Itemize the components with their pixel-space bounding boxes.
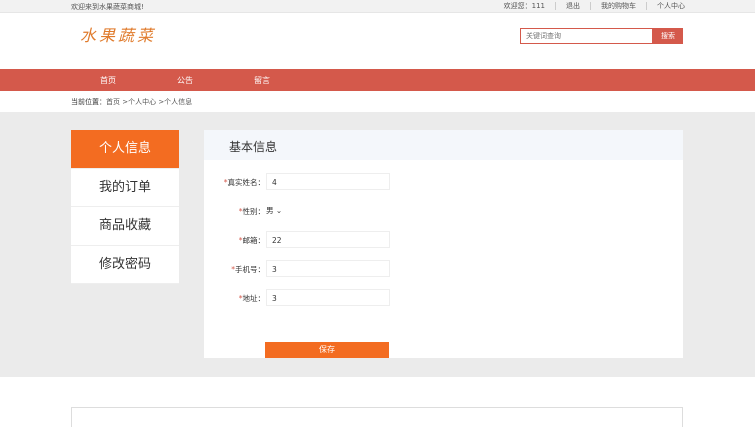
search-input[interactable] (520, 28, 653, 44)
site-logo[interactable]: 水果蔬菜 (80, 22, 156, 46)
name-label: *真实姓名： (223, 178, 265, 187)
form-row-phone: *手机号： 3 (204, 260, 683, 277)
nav-home[interactable]: 首页 (100, 75, 116, 86)
form-row-email: *邮箱： 22 (204, 231, 683, 248)
cart-link[interactable]: 我的购物车 (591, 2, 647, 10)
side-item-password[interactable]: 修改密码 (71, 246, 179, 284)
panel-header: 基本信息 (204, 130, 683, 160)
search-bar: 搜索 (520, 28, 683, 44)
logout-link[interactable]: 退出 (556, 2, 591, 10)
phone-field[interactable]: 3 (266, 260, 390, 277)
welcome-text: 欢迎来到水果蔬菜商城! (71, 3, 144, 11)
email-field[interactable]: 22 (266, 231, 390, 248)
form-row-gender: *性别： 男 ⌄ (204, 202, 683, 219)
side-item-favorites[interactable]: 商品收藏 (71, 207, 179, 246)
profile-panel: 基本信息 *真实姓名： 4 *性别： 男 ⌄ *邮箱： 22 *手机号： 3 *… (204, 130, 683, 358)
form-row-name: *真实姓名： 4 (204, 173, 683, 190)
gender-label: *性别： (238, 207, 265, 216)
phone-label: *手机号： (231, 265, 265, 274)
address-field[interactable]: 3 (266, 289, 390, 306)
side-item-profile[interactable]: 个人信息 (71, 130, 179, 169)
panel-title: 基本信息 (229, 140, 278, 154)
top-links: 欢迎您：111 退出 我的购物车 个人中心 (494, 2, 685, 10)
breadcrumb: 当前位置：首页 >个人中心 >个人信息 (71, 97, 192, 107)
name-field[interactable]: 4 (266, 173, 390, 190)
personal-center-link[interactable]: 个人中心 (647, 2, 685, 10)
save-button[interactable]: 保存 (265, 342, 389, 358)
side-item-orders[interactable]: 我的订单 (71, 169, 179, 207)
chevron-down-icon: ⌄ (275, 206, 283, 215)
address-label: *地址： (238, 294, 265, 303)
gender-select[interactable]: 男 ⌄ (266, 205, 282, 216)
top-bar: 欢迎来到水果蔬菜商城! 欢迎您：111 退出 我的购物车 个人中心 (0, 0, 755, 13)
search-button[interactable]: 搜索 (653, 28, 683, 44)
side-menu: 个人信息 我的订单 商品收藏 修改密码 (71, 130, 179, 284)
user-greeting: 欢迎您：111 (494, 2, 556, 10)
breadcrumb-label: 当前位置： (71, 98, 106, 106)
main-nav: 首页 公告 留言 (0, 69, 755, 91)
nav-announcements[interactable]: 公告 (177, 75, 193, 86)
footer-box (71, 407, 683, 427)
form-row-address: *地址： 3 (204, 289, 683, 306)
breadcrumb-path[interactable]: 首页 >个人中心 >个人信息 (106, 98, 192, 106)
email-label: *邮箱： (238, 236, 265, 245)
nav-messages[interactable]: 留言 (254, 75, 270, 86)
